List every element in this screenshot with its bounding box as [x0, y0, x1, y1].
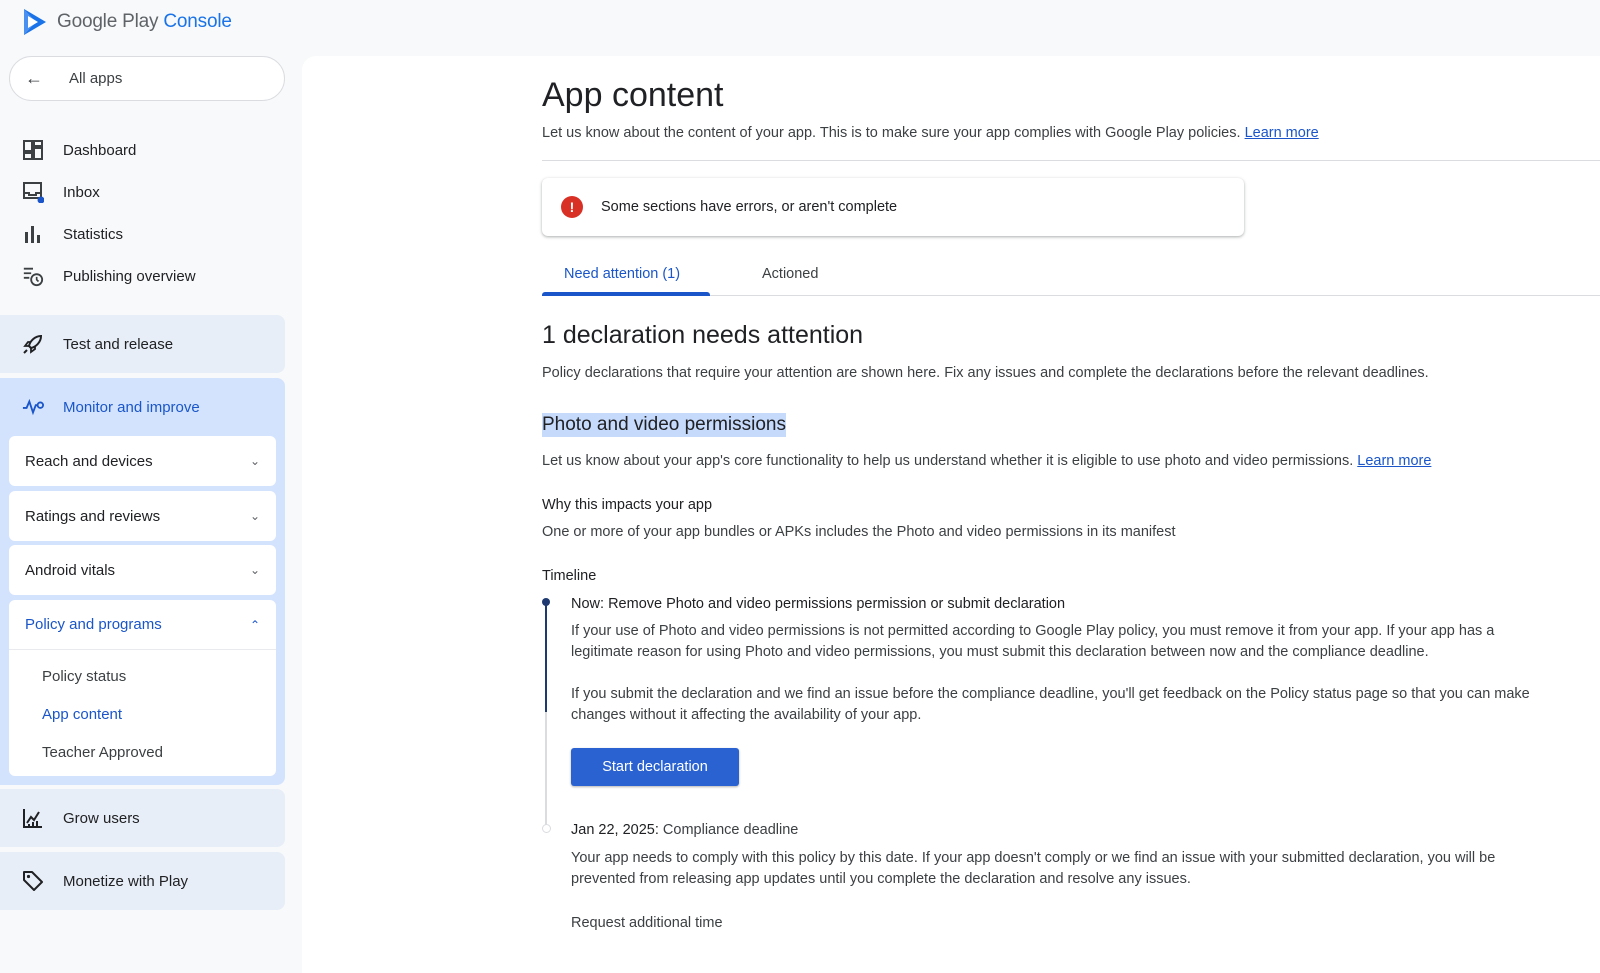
sidebar-item-label: Dashboard: [63, 141, 137, 159]
dashboard-icon: [22, 139, 44, 161]
sidebar: ← All apps Dashboard Inbox Statistics Pu…: [0, 56, 302, 973]
timeline-now-row: Now: Remove Photo and video permissions …: [571, 594, 1531, 615]
pulse-icon: [22, 396, 44, 418]
sidebar-section-android-vitals[interactable]: Android vitals ⌄: [9, 545, 276, 595]
timeline-line-pending: [545, 712, 547, 829]
rocket-icon: [22, 333, 44, 355]
declaration-title: Photo and video permissions: [542, 413, 786, 437]
sidebar-item-inbox[interactable]: Inbox: [0, 171, 285, 213]
timeline-dot-deadline: [542, 824, 551, 833]
sidebar-group-grow-users[interactable]: Grow users: [0, 789, 285, 847]
monitor-improve-header[interactable]: Monitor and improve: [0, 378, 285, 436]
divider: [542, 160, 1600, 161]
why-impacts-heading: Why this impacts your app: [542, 497, 713, 513]
timeline-now-text: Remove Photo and video permissions permi…: [608, 596, 1066, 612]
chevron-down-icon: ⌄: [249, 509, 260, 523]
chevron-down-icon: ⌄: [249, 454, 260, 468]
tab-need-attention[interactable]: Need attention (1): [564, 266, 680, 282]
tab-actioned[interactable]: Actioned: [762, 266, 818, 282]
declaration-learn-more-link[interactable]: Learn more: [1357, 453, 1431, 469]
timeline-line-active: [545, 604, 547, 712]
chevron-up-icon: ⌃: [249, 617, 260, 632]
sidebar-item-statistics[interactable]: Statistics: [0, 213, 285, 255]
policy-programs-header[interactable]: Policy and programs ⌃: [9, 600, 276, 650]
page-description: Let us know about the content of your ap…: [542, 125, 1319, 141]
sidebar-group-monitor-improve: Monitor and improve Reach and devices ⌄ …: [0, 378, 285, 785]
sidebar-item-label: Publishing overview: [63, 267, 196, 285]
growth-chart-icon: [22, 807, 44, 829]
bar-chart-icon: [22, 223, 44, 245]
top-bar: Google Play Console: [0, 0, 1600, 56]
group-label: Test and release: [63, 335, 174, 353]
sidebar-section-policy-programs: Policy and programs ⌃ Policy status App …: [9, 600, 276, 776]
section-label: Reach and devices: [25, 452, 153, 470]
play-console-logo[interactable]: Google Play Console: [22, 8, 232, 36]
timeline-now-paragraph-1: If your use of Photo and video permissio…: [571, 623, 1495, 660]
group-label: Monetize with Play: [63, 872, 189, 890]
sidebar-group-monetize[interactable]: Monetize with Play: [0, 852, 285, 910]
group-label: Monitor and improve: [63, 398, 200, 416]
start-declaration-button[interactable]: Start declaration: [571, 748, 739, 786]
timeline-heading: Timeline: [542, 568, 597, 584]
timeline-deadline-paragraph: Your app needs to comply with this polic…: [571, 850, 1496, 887]
sidebar-item-policy-status[interactable]: Policy status: [42, 668, 126, 685]
page-description-text: Let us know about the content of your ap…: [542, 125, 1241, 141]
timeline-now-paragraph-2: If you submit the declaration and we fin…: [571, 686, 1530, 723]
group-label: Grow users: [63, 809, 140, 827]
section-description: Policy declarations that require your at…: [542, 365, 1429, 381]
main-panel: App content Let us know about the conten…: [302, 56, 1600, 973]
all-apps-button[interactable]: ← All apps: [9, 56, 285, 101]
timeline-now-label: Now:: [571, 596, 605, 612]
declaration-description-text: Let us know about your app's core functi…: [542, 453, 1354, 469]
sidebar-group-test-release[interactable]: Test and release: [0, 315, 285, 373]
declaration-description: Let us know about your app's core functi…: [542, 453, 1431, 469]
timeline-deadline-row: Jan 22, 2025: Compliance deadline: [571, 820, 1531, 841]
section-label: Ratings and reviews: [25, 507, 161, 525]
error-alert: ! Some sections have errors, or aren't c…: [542, 178, 1244, 236]
sidebar-item-label: Inbox: [63, 183, 100, 201]
learn-more-link[interactable]: Learn more: [1245, 125, 1319, 141]
chevron-down-icon: ⌄: [249, 563, 260, 577]
timeline-dot-now: [542, 598, 550, 606]
deadline-label: Compliance deadline: [662, 822, 799, 838]
section-label: Android vitals: [25, 561, 116, 579]
all-apps-label: All apps: [69, 70, 123, 87]
section-heading: 1 declaration needs attention: [542, 321, 864, 349]
sidebar-item-label: Statistics: [63, 225, 124, 243]
sidebar-section-ratings-reviews[interactable]: Ratings and reviews ⌄: [9, 491, 276, 541]
back-arrow-icon: ←: [25, 68, 43, 88]
sidebar-item-publishing-overview[interactable]: Publishing overview: [0, 255, 285, 297]
logo-text: Google Play Console: [57, 11, 232, 32]
sidebar-item-dashboard[interactable]: Dashboard: [0, 129, 285, 171]
why-impacts-text: One or more of your app bundles or APKs …: [542, 524, 1176, 540]
request-additional-time-link[interactable]: Request additional time: [571, 913, 1531, 934]
page-title: App content: [542, 76, 724, 114]
tab-bar: Need attention (1) Actioned: [542, 258, 1600, 296]
sidebar-item-app-content[interactable]: App content: [42, 706, 122, 723]
play-logo-icon: [24, 9, 46, 35]
sidebar-item-teacher-approved[interactable]: Teacher Approved: [42, 744, 163, 761]
error-icon: !: [561, 196, 583, 218]
deadline-date: Jan 22, 2025:: [571, 822, 659, 838]
tag-icon: [22, 870, 44, 892]
sidebar-section-reach-devices[interactable]: Reach and devices ⌄: [9, 436, 276, 486]
alert-text: Some sections have errors, or aren't com…: [601, 199, 898, 215]
section-label: Policy and programs: [25, 616, 162, 633]
publishing-clock-icon: [22, 265, 44, 287]
active-tab-indicator: [542, 292, 710, 296]
inbox-icon: [22, 181, 44, 203]
